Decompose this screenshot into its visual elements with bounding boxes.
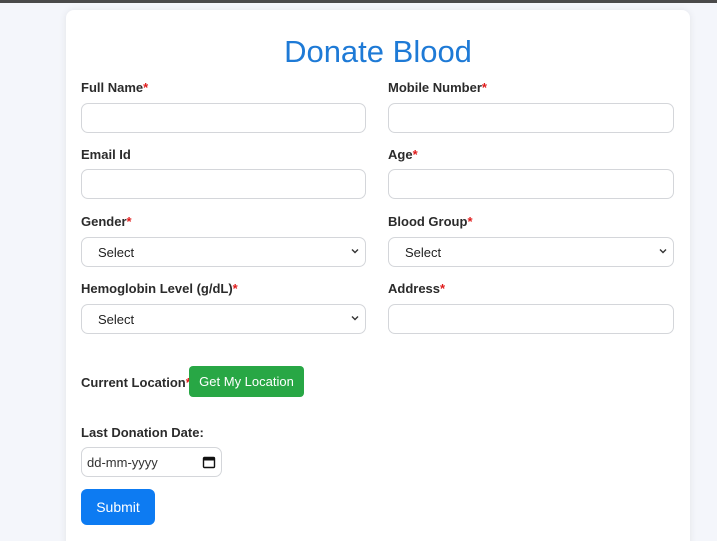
mobile-number-label-text: Mobile Number [388, 80, 482, 95]
gender-label: Gender* [81, 214, 132, 229]
full-name-label: Full Name* [81, 80, 148, 95]
gender-selected-value: Select [98, 245, 135, 260]
required-marker: * [232, 281, 238, 296]
blood-group-select[interactable]: Select [388, 237, 674, 267]
required-marker: * [440, 281, 446, 296]
address-label: Address* [388, 281, 445, 296]
current-location-label-text: Current Location [81, 375, 186, 390]
donate-blood-form: Donate Blood Full Name* Mobile Number* E… [66, 10, 690, 541]
current-location-label: Current Location* [81, 375, 191, 390]
email-input[interactable] [81, 169, 366, 199]
chevron-down-icon [659, 249, 667, 254]
last-donation-date-label: Last Donation Date: [81, 425, 204, 440]
form-title: Donate Blood [284, 34, 472, 69]
email-label-text: Email Id [81, 147, 131, 162]
hemoglobin-label: Hemoglobin Level (g/dL)* [81, 281, 238, 296]
required-marker: * [126, 214, 132, 229]
chevron-down-icon [351, 249, 359, 254]
top-border [0, 0, 717, 3]
date-placeholder: dd-mm-yyyy [87, 455, 158, 470]
last-donation-date-input[interactable]: dd-mm-yyyy [81, 447, 222, 477]
required-marker: * [467, 214, 473, 229]
full-name-label-text: Full Name [81, 80, 144, 95]
calendar-icon[interactable] [202, 455, 216, 469]
address-input[interactable] [388, 304, 674, 334]
gender-label-text: Gender [81, 214, 127, 229]
address-label-text: Address [388, 281, 441, 296]
age-label: Age* [388, 147, 418, 162]
gender-select[interactable]: Select [81, 237, 366, 267]
chevron-down-icon [351, 316, 359, 321]
get-my-location-button[interactable]: Get My Location [189, 366, 304, 397]
blood-group-label: Blood Group* [388, 214, 473, 229]
hemoglobin-select[interactable]: Select [81, 304, 366, 334]
email-label: Email Id [81, 147, 131, 162]
age-input[interactable] [388, 169, 674, 199]
full-name-input[interactable] [81, 103, 366, 133]
required-marker: * [481, 80, 487, 95]
hemoglobin-selected-value: Select [98, 312, 135, 327]
age-label-text: Age [388, 147, 413, 162]
hemoglobin-label-text: Hemoglobin Level (g/dL) [81, 281, 233, 296]
blood-group-label-text: Blood Group [388, 214, 468, 229]
required-marker: * [412, 147, 418, 162]
required-marker: * [143, 80, 149, 95]
mobile-number-input[interactable] [388, 103, 674, 133]
mobile-number-label: Mobile Number* [388, 80, 487, 95]
blood-group-selected-value: Select [405, 245, 442, 260]
submit-button[interactable]: Submit [81, 489, 155, 525]
